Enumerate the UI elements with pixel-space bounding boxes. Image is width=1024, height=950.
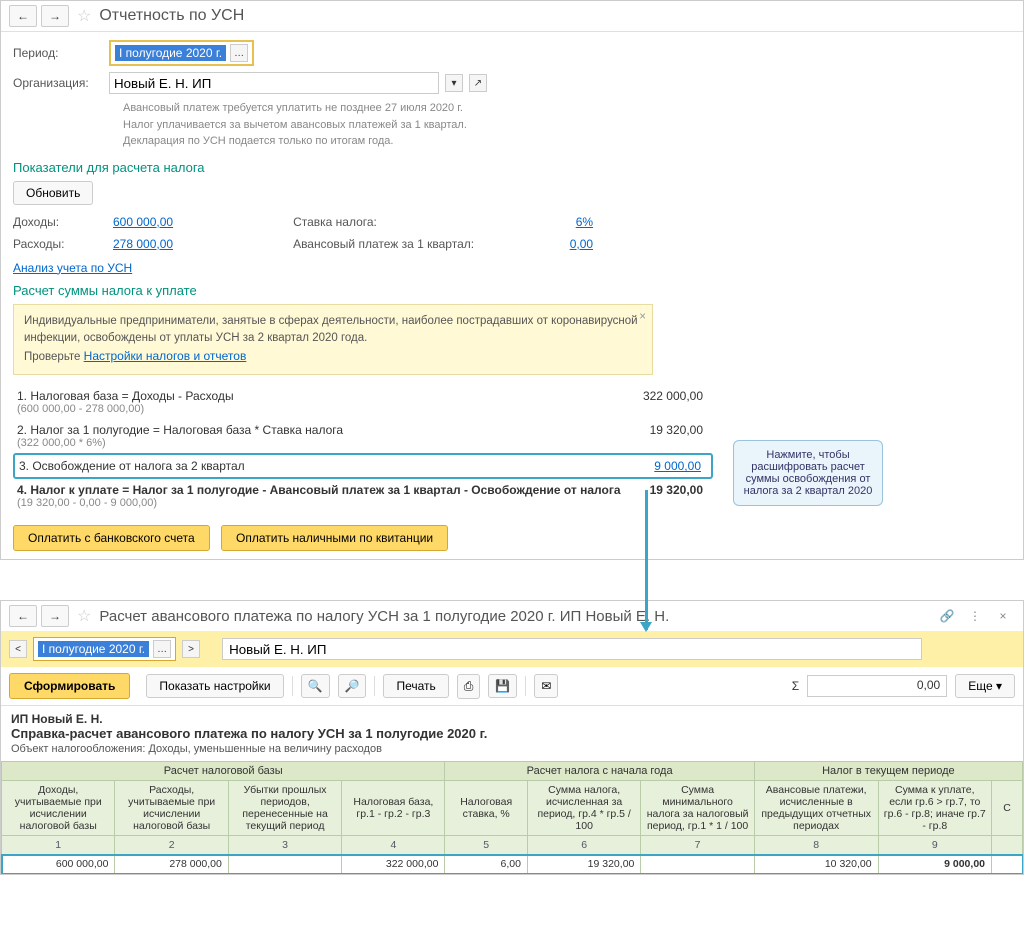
calculation-detail-window: ← → ☆ Расчет авансового платежа по налог…: [0, 600, 1024, 875]
callout-tooltip: Нажмите, чтобы расшифровать расчет суммы…: [733, 440, 883, 506]
generate-button[interactable]: Сформировать: [9, 673, 130, 699]
forward-button[interactable]: →: [41, 5, 69, 27]
calc1-title: 1. Налоговая база = Доходы - Расходы: [17, 389, 623, 403]
advance-link[interactable]: 0,00: [533, 237, 593, 251]
sum-box: 0,00: [807, 675, 947, 697]
report-org: ИП Новый Е. Н.: [11, 712, 1013, 726]
calc3-title: 3. Освобождение от налога за 2 квартал: [19, 459, 621, 473]
group-header-3: Налог в текущем периоде: [754, 762, 1022, 781]
calc2-sub: (322 000,00 * 6%): [17, 437, 623, 449]
period-next-button[interactable]: >: [182, 640, 200, 658]
close-icon[interactable]: ×: [991, 605, 1015, 627]
back-button[interactable]: ←: [9, 5, 37, 27]
advance-label: Авансовый платеж за 1 квартал:: [293, 237, 533, 251]
col-10: С: [992, 781, 1023, 836]
org-field-2[interactable]: [222, 638, 922, 660]
period-prev-button[interactable]: <: [9, 640, 27, 658]
calc1-value: 322 000,00: [623, 389, 713, 415]
report-header: ИП Новый Е. Н. Справка-расчет авансового…: [1, 706, 1023, 761]
save-button[interactable]: 💾: [488, 674, 517, 698]
col-6: Сумма налога, исчисленная за период, гр.…: [527, 781, 640, 836]
refresh-button[interactable]: Обновить: [13, 181, 93, 205]
col-2: Расходы, учитываемые при исчислении нало…: [115, 781, 228, 836]
org-dropdown-button[interactable]: ▾: [445, 74, 463, 92]
show-settings-button[interactable]: Показать настройки: [146, 674, 283, 698]
period-select-button-2[interactable]: …: [153, 640, 171, 658]
window-title: Отчетность по УСН: [99, 7, 244, 25]
report-title: Справка-расчет авансового платежа по нал…: [11, 726, 1013, 741]
star-icon[interactable]: ☆: [77, 6, 91, 26]
period-input[interactable]: I полугодие 2020 г. …: [109, 40, 254, 66]
rate-label: Ставка налога:: [293, 215, 533, 229]
back-button-2[interactable]: ←: [9, 605, 37, 627]
income-link[interactable]: 600 000,00: [113, 215, 173, 229]
section-indicators: Показатели для расчета налога: [13, 160, 1011, 175]
period-input-2[interactable]: I полугодие 2020 г. …: [33, 637, 176, 661]
pay-cash-button[interactable]: Оплатить наличными по квитанции: [221, 525, 448, 551]
more-button[interactable]: Еще ▾: [955, 674, 1015, 698]
forward-button-2[interactable]: →: [41, 605, 69, 627]
rate-link[interactable]: 6%: [533, 215, 593, 229]
action-bar: Сформировать Показать настройки 🔍 🔎 Печа…: [1, 667, 1023, 706]
analysis-link[interactable]: Анализ учета по УСН: [13, 261, 132, 275]
toolbar-top: ← → ☆ Отчетность по УСН: [1, 1, 1023, 32]
zoom-out-button[interactable]: 🔎: [338, 674, 367, 698]
table-container: Расчет налоговой базы Расчет налога с на…: [1, 761, 1023, 874]
notice-close-icon[interactable]: ×: [639, 309, 646, 326]
col-1: Доходы, учитываемые при исчислении налог…: [2, 781, 115, 836]
period-bar: < I полугодие 2020 г. … >: [1, 631, 1023, 667]
print-button[interactable]: Печать: [383, 674, 448, 698]
calc4-value: 19 320,00: [623, 483, 713, 509]
group-header-2: Расчет налога с начала года: [445, 762, 754, 781]
calc2-value: 19 320,00: [623, 423, 713, 449]
toolbar2: ← → ☆ Расчет авансового платежа по налог…: [1, 601, 1023, 631]
pay-bank-button[interactable]: Оплатить с банковского счета: [13, 525, 210, 551]
info-text: Авансовый платеж требуется уплатить не п…: [123, 100, 1011, 150]
group-header-1: Расчет налоговой базы: [2, 762, 445, 781]
link-icon[interactable]: 🔗: [935, 605, 959, 627]
income-label: Доходы:: [13, 215, 113, 229]
sum-label: Σ: [792, 679, 799, 693]
org-label: Организация:: [13, 76, 103, 90]
col-8: Авансовые платежи, исчисленные в предыду…: [754, 781, 878, 836]
calc2-title: 2. Налог за 1 полугодие = Налоговая база…: [17, 423, 623, 437]
calculation-table: Расчет налоговой базы Расчет налога с на…: [1, 761, 1023, 874]
covid-notice: × Индивидуальные предприниматели, заняты…: [13, 304, 653, 376]
zoom-in-button[interactable]: 🔍: [301, 674, 330, 698]
section-calculation: Расчет суммы налога к уплате: [13, 283, 1011, 298]
expense-label: Расходы:: [13, 237, 113, 251]
data-row[interactable]: 600 000,00 278 000,00 322 000,00 6,00 19…: [2, 855, 1023, 874]
calc1-sub: (600 000,00 - 278 000,00): [17, 403, 623, 415]
org-open-button[interactable]: ↗: [469, 74, 487, 92]
calc4-sub: (19 320,00 - 0,00 - 9 000,00): [17, 497, 623, 509]
copy-button[interactable]: ⎙: [457, 674, 481, 699]
report-subtitle: Объект налогообложения: Доходы, уменьшен…: [11, 743, 1013, 755]
period-label: Период:: [13, 46, 103, 60]
star-icon-2[interactable]: ☆: [77, 606, 91, 626]
col-3: Убытки прошлых периодов, перенесенные на…: [228, 781, 341, 836]
col-5: Налоговая ставка, %: [445, 781, 528, 836]
col-4: Налоговая база, гр.1 - гр.2 - гр.3: [342, 781, 445, 836]
window2-title: Расчет авансового платежа по налогу УСН …: [99, 608, 931, 625]
org-input[interactable]: [109, 72, 439, 94]
period-select-button[interactable]: …: [230, 44, 248, 62]
col-7: Сумма минимального налога за налоговый п…: [641, 781, 754, 836]
calc4-title: 4. Налог к уплате = Налог за 1 полугодие…: [17, 483, 623, 497]
content-area: Период: I полугодие 2020 г. … Организаци…: [1, 32, 1023, 559]
exemption-row[interactable]: 3. Освобождение от налога за 2 квартал 9…: [13, 453, 713, 479]
col-9: Сумма к уплате, если гр.6 > гр.7, то гр.…: [878, 781, 991, 836]
usn-report-window: ← → ☆ Отчетность по УСН Период: I полуго…: [0, 0, 1024, 560]
mail-button[interactable]: ✉: [534, 674, 558, 698]
more-icon[interactable]: ⋮: [963, 605, 987, 627]
tax-settings-link[interactable]: Настройки налогов и отчетов: [84, 349, 247, 363]
expense-link[interactable]: 278 000,00: [113, 237, 173, 251]
exemption-value-link[interactable]: 9 000,00: [654, 459, 701, 473]
arrow-icon: [645, 490, 648, 630]
